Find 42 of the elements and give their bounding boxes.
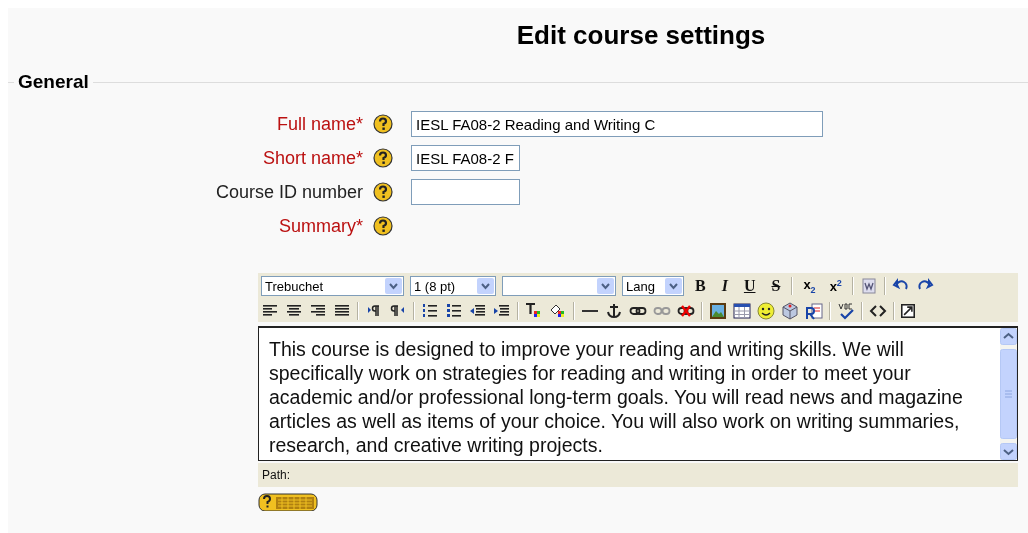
background-color-icon[interactable] <box>549 302 567 320</box>
text-field[interactable] <box>411 179 520 205</box>
fullscreen-icon[interactable] <box>901 302 915 320</box>
scroll-thumb[interactable] <box>1000 349 1017 439</box>
document-icon[interactable] <box>805 302 823 320</box>
anchor-icon[interactable] <box>605 302 623 320</box>
smiley-icon[interactable] <box>757 302 775 320</box>
toolbar-dropdown[interactable]: Trebuchet <box>261 276 404 296</box>
toolbar-dropdown[interactable]: 1 (8 pt) <box>410 276 496 296</box>
help-icon[interactable] <box>373 216 393 236</box>
toolbar-dropdown[interactable]: Lang <box>622 276 684 296</box>
help-keyboard-icon[interactable] <box>258 493 318 511</box>
table-icon[interactable] <box>733 302 751 320</box>
cube-icon[interactable] <box>781 302 799 320</box>
spellcheck-icon[interactable] <box>837 302 855 320</box>
script-button[interactable]: x$_{2}$ <box>799 277 820 295</box>
text-color-icon[interactable] <box>525 302 543 320</box>
toolbar-dropdown[interactable] <box>502 276 616 296</box>
scroll-up-icon[interactable] <box>1000 328 1017 345</box>
script-button[interactable]: x$^{2}$ <box>825 277 846 295</box>
section-legend: General <box>14 71 93 93</box>
field-label: Full name* <box>275 113 363 135</box>
field-label: Short name* <box>261 147 363 169</box>
scrollbar[interactable] <box>1000 328 1017 460</box>
path-label: Path: <box>262 468 291 482</box>
image-icon[interactable] <box>709 302 727 320</box>
field-label: Course ID number <box>214 181 363 203</box>
page-title: Edit course settings <box>515 19 767 51</box>
format-button[interactable]: I <box>716 277 733 295</box>
help-icon[interactable] <box>373 114 393 134</box>
word-paste-icon[interactable] <box>859 277 878 295</box>
help-icon[interactable] <box>373 148 393 168</box>
field-label: Summary* <box>278 215 363 237</box>
format-button[interactable]: S <box>766 277 786 295</box>
bullet-list-icon[interactable] <box>445 302 463 320</box>
numbered-list-icon[interactable] <box>421 302 439 320</box>
help-icon[interactable] <box>373 182 393 202</box>
format-button[interactable]: U <box>738 277 761 295</box>
format-button[interactable]: B <box>690 277 711 295</box>
scroll-down-icon[interactable] <box>1000 443 1017 460</box>
text-field[interactable]: IESL FA08-2 F <box>411 145 520 171</box>
text-field[interactable]: IESL FA08-2 Reading and Writing C <box>411 111 823 137</box>
